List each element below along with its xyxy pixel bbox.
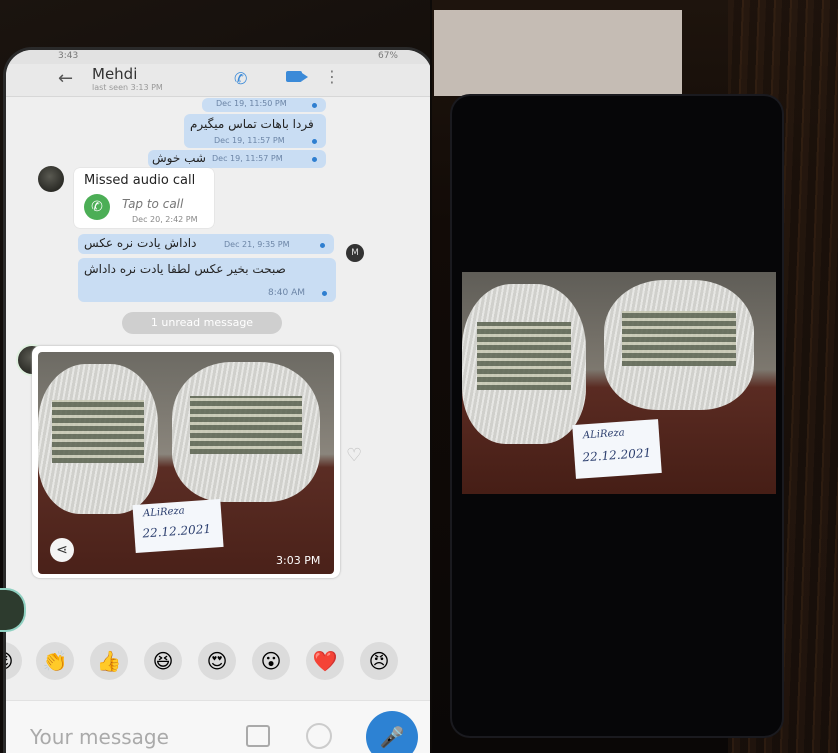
emoji-reaction[interactable]: 😉 — [6, 642, 22, 680]
message-time: 8:40 AM — [268, 288, 305, 298]
note-date: 22.12.2021 — [582, 445, 652, 465]
read-receipt-icon — [310, 101, 319, 110]
money-bags-photo: ALiReza 22.12.2021 — [462, 272, 776, 494]
message-text: صبحت بخیر عکس لطفا یادت نره داداش — [84, 262, 286, 276]
emoji-reaction[interactable]: 👍 — [90, 642, 128, 680]
message-time: Dec 19, 11:57 PM — [212, 154, 283, 163]
status-bar: 3:43 67% — [6, 50, 430, 64]
photo-message[interactable]: ALiReza 22.12.2021 ⋖ 3:03 PM — [32, 346, 340, 578]
emoji-reaction[interactable]: 👏 — [36, 642, 74, 680]
contact-name[interactable]: Mehdi — [92, 65, 137, 83]
second-phone: ALiReza 22.12.2021 — [452, 96, 782, 736]
message-time: Dec 19, 11:57 PM — [214, 136, 285, 145]
status-time: 3:43 — [58, 51, 79, 61]
message-text: شب خوش — [152, 151, 206, 165]
left-photo: 3:43 67% ← Mehdi last seen 3:13 PM ✆ ⋮ D… — [0, 0, 430, 753]
read-receipt-icon — [310, 137, 319, 146]
tap-to-call[interactable]: Tap to call — [122, 197, 183, 211]
money-bag-left — [462, 284, 586, 444]
message-bubble[interactable]: داداش یادت نره عکس Dec 21, 9:35 PM — [78, 234, 334, 254]
contact-avatar[interactable] — [38, 166, 64, 192]
message-time: Dec 19, 11:50 PM — [216, 99, 287, 108]
photo-time: 3:03 PM — [276, 554, 321, 567]
sender-badge: M — [346, 244, 364, 262]
note-name: ALiReza — [142, 505, 186, 520]
message-input-bar: 🎤 — [6, 700, 430, 753]
read-receipt-icon — [310, 155, 319, 164]
emoji-reaction[interactable]: 😆 — [144, 642, 182, 680]
message-bubble[interactable]: صبحت بخیر عکس لطفا یادت نره داداش 8:40 A… — [78, 258, 336, 302]
right-photo: ALiReza 22.12.2021 — [432, 0, 838, 753]
emoji-reaction[interactable]: 😍 — [198, 642, 236, 680]
note-date: 22.12.2021 — [141, 521, 212, 541]
phone-icon[interactable]: ✆ — [234, 69, 247, 88]
message-text: فردا باهات تماس میگیرم — [190, 117, 314, 131]
money-bag-right — [172, 362, 320, 502]
message-bubble[interactable]: فردا باهات تماس میگیرم Dec 19, 11:57 PM — [184, 114, 326, 148]
chat-phone: 3:43 67% ← Mehdi last seen 3:13 PM ✆ ⋮ D… — [6, 50, 430, 753]
back-arrow-icon[interactable]: ← — [58, 68, 73, 89]
missed-call-card[interactable]: Missed audio call ✆ Tap to call Dec 20, … — [74, 168, 214, 228]
emoji-reaction[interactable]: ❤️ — [306, 642, 344, 680]
message-time: Dec 21, 9:35 PM — [224, 240, 290, 249]
microphone-icon[interactable]: 🎤 — [366, 711, 418, 753]
note-name: ALiReza — [582, 427, 626, 442]
money-bags-photo[interactable]: ALiReza 22.12.2021 ⋖ 3:03 PM — [38, 352, 334, 574]
money-bag-left — [38, 364, 158, 514]
message-bubble[interactable]: شب خوش Dec 19, 11:57 PM — [148, 150, 326, 168]
emoji-reaction[interactable]: 😠 — [360, 642, 398, 680]
battery-level: 67% — [377, 51, 398, 61]
message-text: داداش یادت نره عکس — [84, 236, 197, 250]
emoji-reaction-bar: 😉 👏 👍 😆 😍 😮 ❤️ 😠 — [6, 642, 430, 682]
money-bag-right — [604, 280, 754, 410]
heart-outline-icon[interactable]: ♡ — [346, 445, 362, 466]
missed-call-title: Missed audio call — [84, 173, 196, 188]
emoji-reaction[interactable]: 😮 — [252, 642, 290, 680]
share-icon[interactable]: ⋖ — [50, 538, 74, 562]
sticker-icon[interactable] — [306, 723, 332, 749]
handwritten-note: ALiReza 22.12.2021 — [132, 498, 224, 554]
more-vertical-icon[interactable]: ⋮ — [324, 67, 340, 86]
phone-icon[interactable]: ✆ — [84, 194, 110, 220]
handwritten-note: ALiReza 22.12.2021 — [572, 419, 662, 479]
message-bubble[interactable]: Dec 19, 11:50 PM — [202, 98, 326, 112]
unread-divider: 1 unread message — [122, 312, 282, 334]
paper-sheet — [434, 10, 682, 96]
image-icon[interactable] — [246, 725, 270, 747]
chat-header: ← Mehdi last seen 3:13 PM ✆ ⋮ — [6, 64, 430, 97]
last-seen: last seen 3:13 PM — [92, 83, 163, 92]
read-receipt-icon — [318, 241, 327, 250]
message-input[interactable] — [28, 721, 232, 753]
missed-call-time: Dec 20, 2:42 PM — [132, 215, 198, 224]
video-camera-icon[interactable] — [286, 71, 308, 82]
read-receipt-icon — [320, 289, 329, 298]
